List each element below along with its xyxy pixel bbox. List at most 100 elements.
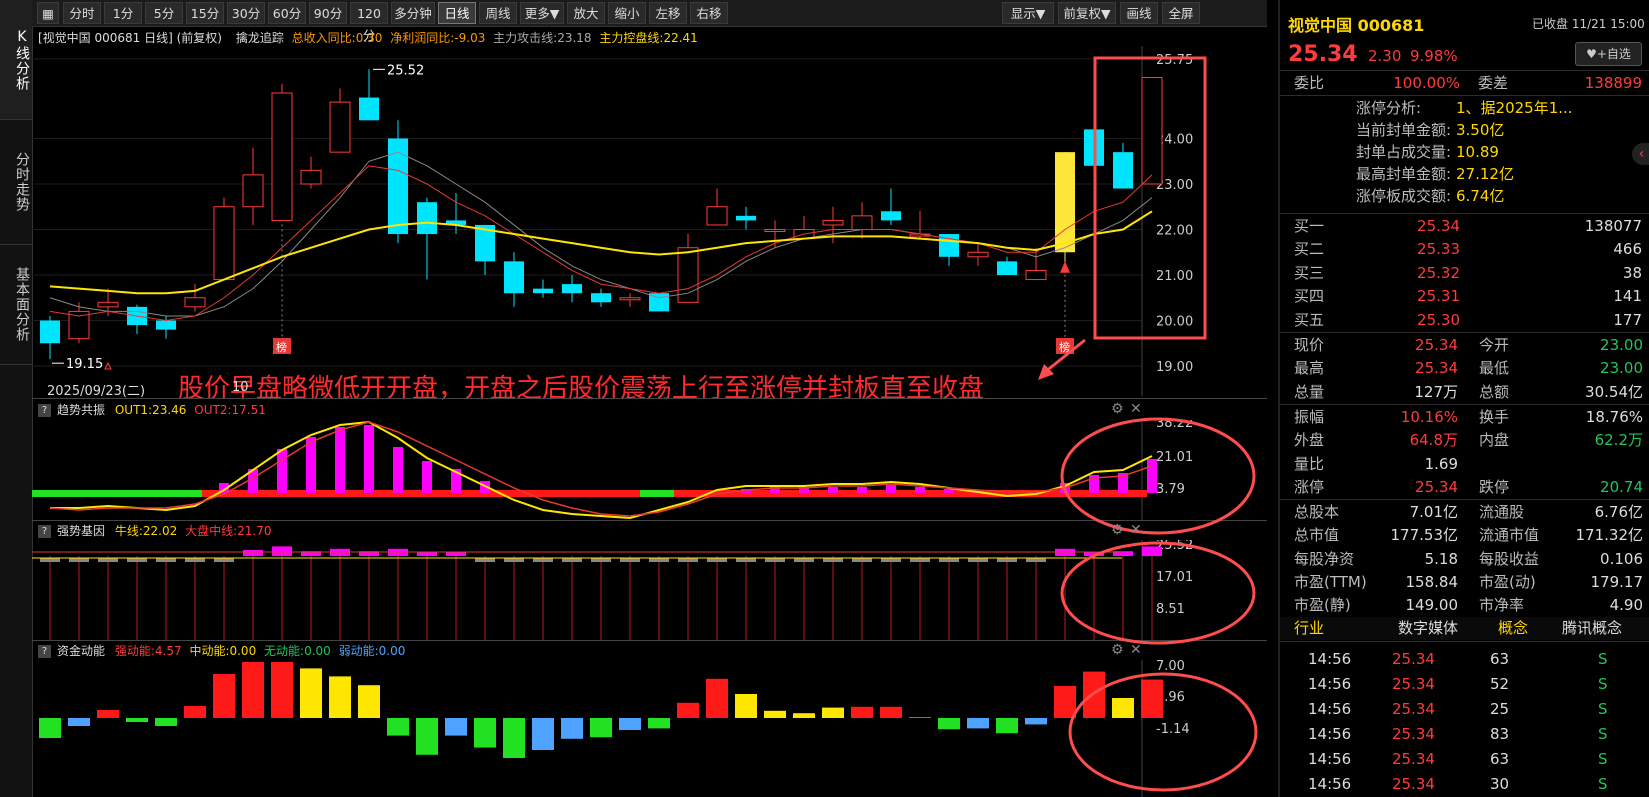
stat-row: 量比 1.69 [1280,453,1649,476]
gear-icon[interactable]: ⚙ [1111,522,1124,538]
help-icon[interactable]: ? [38,645,51,658]
trend-band-green [32,490,202,497]
toolbar-button-13[interactable]: 缩小 [608,2,646,24]
stat-value: 30.54亿 [1585,382,1643,401]
grid-icon[interactable]: ▦ [37,2,59,24]
candle-body [1055,152,1075,253]
bid-level-label: 买二 [1294,240,1325,259]
candle-body [967,251,989,258]
flow-bar [1112,698,1134,718]
gene-bar [1026,558,1046,562]
toolbar-button-2[interactable]: 5分 [145,2,183,24]
gene-bar [997,558,1017,562]
bid-volume: 466 [1613,240,1642,259]
bid-row[interactable]: 买四 25.31 141 [1280,285,1649,308]
out1-line [50,420,1153,520]
tick-volume: 52 [1490,675,1510,693]
rank-badge-label: 榜 [1059,340,1070,354]
toolbar-button-8[interactable]: 多分钟 [391,2,435,24]
bid-row[interactable]: 买五 25.30 177 [1280,309,1649,332]
toolbar-button-14[interactable]: 左移 [649,2,687,24]
toolbar-button-10[interactable]: 周线 [479,2,517,24]
limit-analysis-row: 涨停板成交额: 6.74亿 [1280,185,1649,207]
tick-row: 14:56 25.34 25 S [1280,698,1649,721]
stat-value: 149.00 [1405,596,1459,615]
flow-bar [155,718,177,726]
candle-body [417,202,437,235]
close-icon[interactable]: ✕ [1130,522,1142,538]
toolbar-button-12[interactable]: 放大 [567,2,605,24]
concept-label[interactable]: 概念 [1498,617,1528,640]
toolbar-button-3[interactable]: 15分 [186,2,224,24]
concept-value[interactable]: 腾讯概念 [1562,617,1622,640]
tick-time: 14:56 [1308,775,1352,793]
toolbar-button-11[interactable]: 更多▼ [520,2,564,24]
toolbar-button-7[interactable]: 120分 [350,2,388,43]
bid-row[interactable]: 买三 25.32 38 [1280,262,1649,285]
candlestick-chart[interactable]: 25.7524.0023.0022.0021.0020.0019.0025.52… [32,46,1267,396]
toolbar-right-button-3[interactable]: 全屏 [1162,2,1200,24]
close-icon[interactable]: ✕ [1130,642,1142,658]
flow-bar [416,718,438,755]
gene-bar [446,552,466,556]
flow-bar [474,718,496,748]
sub1-name: 趋势共振 [57,403,106,417]
stat-value: 62.2万 [1594,431,1643,450]
annotation-text: 股价早盘略微低开开盘，开盘之后股价震荡上行至涨停并封板直至收盘 [178,374,985,404]
toolbar-right-button-2[interactable]: 画线 [1120,2,1158,24]
trend-bar [277,449,287,493]
toolbar-button-6[interactable]: 90分 [309,2,347,24]
industry-label[interactable]: 行业 [1294,617,1324,640]
gene-bar [562,558,582,562]
toolbar-button-5[interactable]: 60分 [268,2,306,24]
trend-bar [857,487,867,493]
toolbar-button-0[interactable]: 分时 [63,2,101,24]
toolbar-button-1[interactable]: 1分 [104,2,142,24]
tab-kline[interactable]: K线分析 [0,0,32,120]
trend-bar [1147,459,1157,493]
flow-bar [590,718,612,738]
gear-icon[interactable]: ⚙ [1111,401,1124,417]
stat-label: 振幅 [1294,407,1325,426]
divider [1280,70,1649,71]
toolbar-right-button-0[interactable]: 显示▼ [1002,2,1054,24]
tab-intraday[interactable]: 分时走势 [0,120,32,245]
candle-body [562,284,582,294]
trend-bar [886,485,896,493]
stat-label: 外盘 [1294,431,1325,450]
candle-body [184,297,206,308]
tab-fundamental[interactable]: 基本面分析 [0,245,32,365]
flow-bar [619,718,641,730]
industry-value[interactable]: 数字媒体 [1398,617,1458,640]
stat-value: 23.00 [1600,359,1643,378]
sub3-strong: 强动能:4.57 [114,644,182,658]
gene-bar [98,558,118,562]
toolbar-button-9[interactable]: 日线 [438,2,476,24]
toolbar-button-4[interactable]: 30分 [227,2,265,24]
sub3-name: 资金动能 [57,644,106,658]
flow-bar [561,718,583,739]
add-favorite-button[interactable]: ♥+自选 [1575,42,1642,66]
stat-label: 最低 [1479,359,1510,378]
limit-analysis-row: 最高封单金额: 27.12亿 [1280,163,1649,185]
stat-label: 每股收益 [1479,549,1540,568]
gear-icon[interactable]: ⚙ [1111,642,1124,658]
flow-bar [648,718,670,729]
stat-label: 现价 [1294,336,1325,354]
stat-label: 换手 [1479,407,1510,426]
help-icon[interactable]: ? [38,525,51,538]
close-icon[interactable]: ✕ [1130,401,1142,417]
bid-row[interactable]: 买二 25.33 466 [1280,238,1649,261]
gene-bar [823,558,843,562]
help-icon[interactable]: ? [38,404,51,417]
tick-side: S [1598,725,1608,743]
indicator-name: 擒龙追踪 [235,31,284,45]
toolbar-button-15[interactable]: 右移 [690,2,728,24]
tick-volume: 63 [1490,750,1510,768]
toolbar-right-button-1[interactable]: 前复权▼ [1058,2,1116,24]
stat-row: 市盈(TTM) 158.84 市盈(动) 179.17 [1280,571,1649,594]
bid-row[interactable]: 买一 25.34 138077 [1280,215,1649,238]
flow-bar [967,718,989,729]
tick-time: 14:56 [1308,675,1352,693]
stat-label: 今开 [1479,336,1510,354]
